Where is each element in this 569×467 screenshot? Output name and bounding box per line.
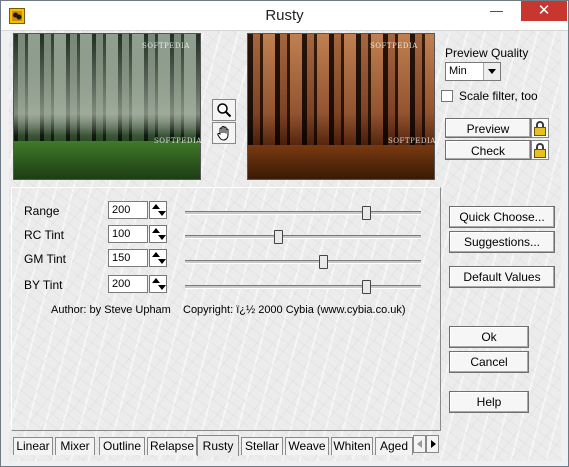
preview-quality-value: Min: [449, 65, 467, 77]
range-spinner[interactable]: [149, 201, 167, 219]
minimize-button[interactable]: —: [483, 1, 510, 21]
tab-weave[interactable]: Weave: [285, 437, 329, 455]
gm-tint-spinner[interactable]: [149, 249, 167, 267]
magnifier-icon: [217, 103, 232, 118]
check-button[interactable]: Check: [445, 140, 531, 160]
by-tint-slider[interactable]: [185, 280, 421, 294]
tab-whiten[interactable]: Whiten: [331, 437, 373, 455]
title-bar: Rusty — ✕: [1, 1, 568, 31]
original-preview-image[interactable]: SOFTPEDIA SOFTPEDIA: [13, 33, 201, 180]
by-tint-slider-thumb[interactable]: [362, 280, 371, 294]
rc-tint-label: RC Tint: [24, 228, 65, 242]
range-slider[interactable]: [185, 206, 421, 220]
tab-mixer[interactable]: Mixer: [55, 437, 95, 455]
default-values-button[interactable]: Default Values: [449, 266, 555, 288]
range-input[interactable]: 200: [108, 201, 148, 219]
by-tint-input[interactable]: 200: [108, 275, 148, 293]
watermark-text: SOFTPEDIA: [142, 42, 190, 50]
hand-icon: [217, 126, 229, 141]
watermark-text: SOFTPEDIA: [154, 137, 202, 145]
quick-choose-button[interactable]: Quick Choose...: [449, 206, 555, 228]
gm-tint-input[interactable]: 150: [108, 249, 148, 267]
gm-tint-slider-thumb[interactable]: [319, 255, 328, 269]
author-credit: Author: by Steve Upham: [51, 304, 171, 316]
scale-filter-checkbox[interactable]: [441, 90, 453, 102]
watermark-text: SOFTPEDIA: [388, 137, 436, 145]
watermark-text: SOFTPEDIA: [370, 42, 418, 50]
dialog-client: SOFTPEDIA SOFTPEDIA SOFTPEDIA SOFTPEDIA …: [9, 31, 561, 461]
gm-tint-slider[interactable]: [185, 255, 421, 269]
preview-lock-button[interactable]: [531, 118, 549, 138]
filtered-preview-image[interactable]: SOFTPEDIA SOFTPEDIA: [247, 33, 435, 180]
check-lock-button[interactable]: [531, 140, 549, 160]
rc-tint-input[interactable]: 100: [108, 225, 148, 243]
by-tint-spinner[interactable]: [149, 275, 167, 293]
tab-rusty[interactable]: Rusty: [197, 435, 239, 456]
cancel-button[interactable]: Cancel: [449, 351, 529, 373]
tab-aged[interactable]: Aged: [375, 437, 413, 455]
tab-outline[interactable]: Outline: [99, 437, 145, 455]
preview-quality-label: Preview Quality: [445, 46, 529, 60]
tab-stellar[interactable]: Stellar: [241, 437, 283, 455]
zoom-tool-button[interactable]: [212, 99, 236, 121]
tab-linear[interactable]: Linear: [13, 437, 53, 455]
preview-button[interactable]: Preview: [445, 118, 531, 138]
pan-tool-button[interactable]: [212, 122, 236, 144]
scale-filter-label: Scale filter, too: [459, 89, 538, 103]
rc-tint-slider-thumb[interactable]: [274, 230, 283, 244]
preview-quality-select[interactable]: Min: [445, 62, 501, 81]
help-button[interactable]: Help: [449, 391, 529, 413]
range-label: Range: [24, 204, 60, 218]
by-tint-label: BY Tint: [24, 278, 63, 292]
tab-relapse[interactable]: Relapse: [147, 437, 197, 455]
chevron-down-icon[interactable]: [483, 63, 500, 80]
gm-tint-label: GM Tint: [24, 252, 67, 266]
suggestions-button[interactable]: Suggestions...: [449, 231, 555, 253]
ok-button[interactable]: Ok: [449, 326, 529, 348]
tab-scroll-left-icon[interactable]: [413, 435, 426, 453]
range-slider-thumb[interactable]: [362, 206, 371, 220]
rc-tint-slider[interactable]: [185, 230, 421, 244]
copyright-credit: Copyright: ï¿½ 2000 Cybia (www.cybia.co.…: [183, 304, 406, 316]
dialog-window: Rusty — ✕ SOFTPEDIA SOFTPEDIA SOFTPEDIA …: [0, 0, 569, 467]
rc-tint-spinner[interactable]: [149, 225, 167, 243]
close-button[interactable]: ✕: [521, 1, 567, 21]
tab-scroll-right-icon[interactable]: [426, 435, 439, 453]
